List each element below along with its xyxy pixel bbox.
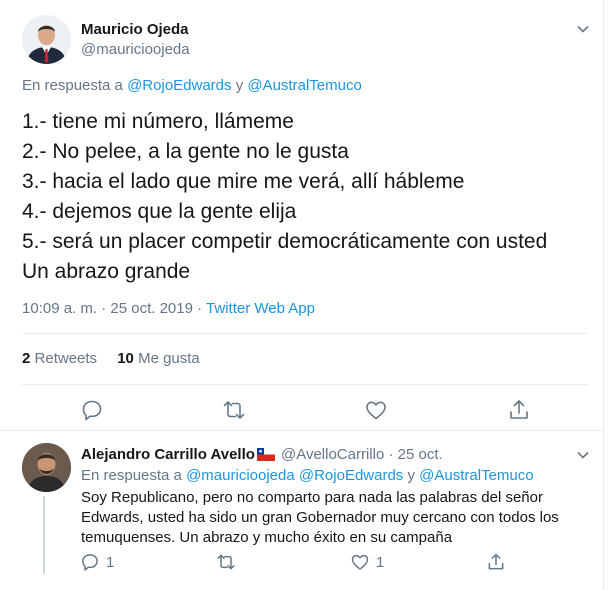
mention-link[interactable]: @RojoEdwards — [127, 77, 231, 94]
reply-count: 1 — [106, 553, 115, 571]
reply-replying-to: En respuesta a @mauricioojeda @RojoEdwar… — [81, 467, 534, 484]
reply-author-name[interactable]: Alejandro Carrillo Avello — [81, 446, 275, 463]
retweets-stat[interactable]: 2 Retweets — [22, 350, 97, 367]
tweet-time[interactable]: 10:09 a. m. — [22, 300, 97, 317]
separator-dot: · — [101, 300, 107, 317]
reply-author-meta: @AvelloCarrillo · 25 oct. — [281, 446, 443, 463]
separator-dot: · — [197, 300, 203, 317]
reply-icon — [82, 554, 98, 571]
mention-link[interactable]: @AustralTemuco — [247, 77, 361, 94]
reply-author-avatar[interactable] — [22, 443, 71, 492]
tweet-line: 2.- No pelee, a la gente no le gusta — [22, 140, 349, 163]
retweet-icon[interactable] — [222, 398, 246, 422]
tweet-source[interactable]: Twitter Web App — [206, 300, 315, 317]
share-icon — [488, 553, 504, 570]
replying-to: En respuesta a @RojoEdwards y @AustralTe… — [22, 77, 362, 94]
likes-count: 10 — [117, 350, 134, 367]
tweet-line: 3.- hacia el lado que mire me verá, allí… — [22, 170, 465, 193]
author-handle[interactable]: @mauricioojeda — [81, 41, 190, 58]
reply-prefix: En respuesta a — [22, 77, 123, 94]
share-action[interactable] — [486, 552, 506, 572]
reply-icon[interactable] — [80, 398, 104, 422]
tweet-detail: Mauricio Ojeda @mauricioojeda En respues… — [0, 0, 604, 590]
mention-link[interactable]: @RojoEdwards — [299, 467, 403, 484]
reply-action[interactable]: 1 — [80, 552, 114, 572]
like-action[interactable]: 1 — [350, 552, 384, 572]
author-avatar[interactable] — [22, 15, 71, 64]
divider — [22, 384, 588, 385]
author-name[interactable]: Mauricio Ojeda — [81, 21, 189, 38]
retweet-action[interactable] — [216, 552, 236, 572]
reply-line: Soy Republicano, pero no comparto para n… — [81, 489, 543, 506]
like-count: 1 — [376, 553, 385, 571]
retweets-label: Retweets — [34, 350, 98, 367]
tweet-line: 1.- tiene mi número, llámeme — [22, 110, 294, 133]
tweet-meta: 10:09 a. m. · 25 oct. 2019 · Twitter Web… — [22, 300, 315, 317]
tweet-line: 5.- será un placer competir democráticam… — [22, 230, 548, 253]
like-icon[interactable] — [364, 398, 388, 422]
tweet-actions — [0, 398, 604, 422]
mention-link[interactable]: @mauricioojeda — [186, 467, 295, 484]
likes-label: Me gusta — [138, 350, 200, 367]
tweet-stats: 2 Retweets 10 Me gusta — [22, 350, 200, 367]
like-icon — [351, 554, 369, 570]
reply-prefix: En respuesta a — [81, 467, 182, 484]
tweet-date[interactable]: 25 oct. 2019 — [110, 300, 193, 317]
reply-actions: 1 1 — [0, 552, 604, 574]
caret-down-icon[interactable] — [576, 22, 590, 36]
reply-author-name-text: Alejandro Carrillo Avello — [81, 446, 255, 463]
chile-flag-icon — [256, 448, 275, 461]
divider — [0, 430, 604, 431]
reply-line: Edwards, usted ha sido un gran Gobernado… — [81, 509, 559, 526]
mention-link[interactable]: @AustralTemuco — [419, 467, 533, 484]
retweet-icon — [217, 554, 235, 570]
tweet-line: 4.- dejemos que la gente elija — [22, 200, 297, 223]
tweet-text: 1.- tiene mi número, llámeme 2.- No pele… — [22, 107, 547, 287]
reply-join: y — [235, 77, 244, 94]
divider — [22, 333, 588, 334]
reply-author-handle[interactable]: @AvelloCarrillo — [281, 446, 384, 463]
likes-stat[interactable]: 10 Me gusta — [117, 350, 200, 367]
tweet-line: Un abrazo grande — [22, 260, 191, 283]
retweets-count: 2 — [22, 350, 31, 367]
reply-join: y — [407, 467, 415, 484]
reply-line: temuquenses. Un abrazo y mucho éxito en … — [81, 529, 453, 546]
separator-dot: · — [388, 446, 394, 463]
reply-date[interactable]: 25 oct. — [398, 446, 443, 463]
caret-down-icon[interactable] — [576, 448, 590, 462]
reply-text: Soy Republicano, pero no comparto para n… — [81, 488, 581, 548]
share-icon[interactable] — [507, 398, 531, 422]
